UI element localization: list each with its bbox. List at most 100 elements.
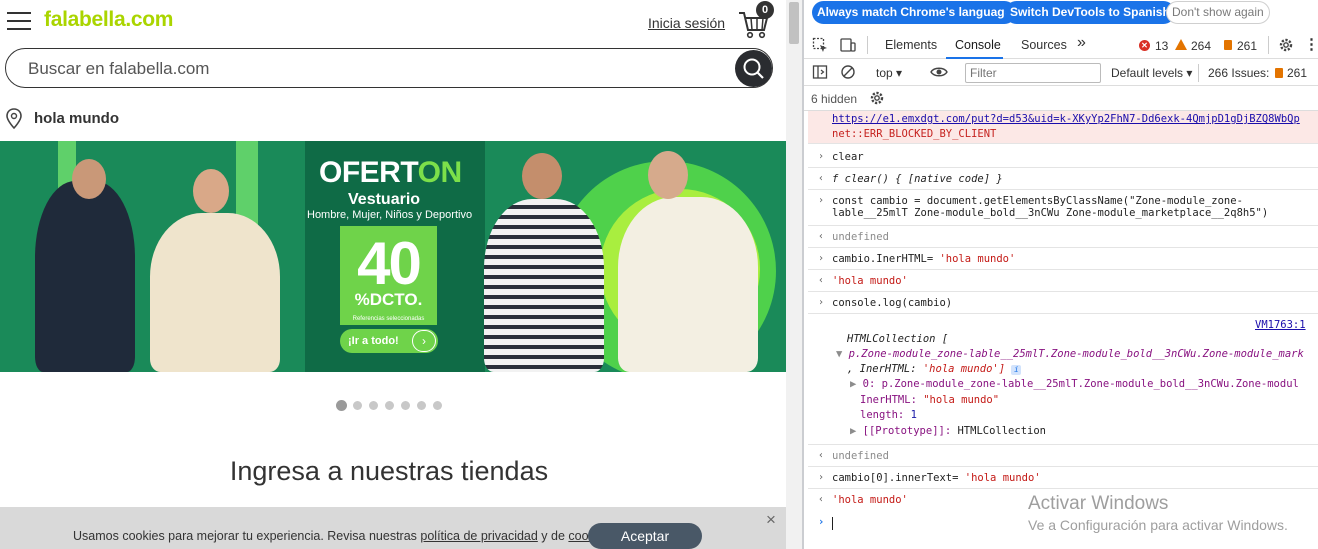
text-cursor [832,517,833,530]
search-input[interactable] [28,58,708,80]
divider [1268,36,1269,54]
input-chevron-icon: › [818,472,825,483]
result-arrow-icon: ‹ [818,231,825,242]
logo-name: falabella [44,8,126,31]
info-icon[interactable]: i [1011,365,1022,375]
console-result-text: undefined [832,231,889,243]
location-pin-icon [6,108,22,130]
input-chevron-icon: › [818,195,825,206]
console-input-row: › clear [808,146,1318,168]
more-options-icon[interactable]: ⋮ [1304,35,1318,53]
menu-icon[interactable] [7,12,31,32]
input-chevron-icon: › [818,253,825,264]
carousel-dot[interactable] [433,401,442,410]
accept-cookies-button[interactable]: Aceptar [588,523,702,549]
console-toolbar: top ▾ Default levels ▾ 266 Issues: 261 [804,60,1318,86]
promo-banner[interactable]: OFERTON Vestuario Hombre, Mujer, Niños y… [0,141,786,372]
context-selector[interactable]: top ▾ [876,66,902,80]
language-infobar: Always match Chrome's language Switch De… [804,0,1318,27]
console-result-text: 'hola mundo' [832,275,908,287]
discount-badge: 40 %DCTO. [340,226,437,325]
model-figure [484,199,604,372]
eye-icon[interactable] [930,64,948,80]
error-count-icon: ✕ [1139,40,1150,51]
console-input-text[interactable]: cambio[0].innerText= 'hola mundo' [832,472,1041,484]
tab-sources[interactable]: Sources [1021,38,1067,52]
log-property-row: InerHTML: "hola mundo" [860,394,1000,406]
chevron-right-icon[interactable]: › [412,330,436,352]
console-result-row: ‹ undefined [808,445,1318,467]
log-property-row: , InerHTML: 'hola mundo'] i [847,363,1022,375]
carousel-dot[interactable] [369,401,378,410]
device-toolbar-icon[interactable] [840,37,856,53]
carousel-dot[interactable] [401,401,410,410]
close-icon[interactable]: × [766,510,776,530]
more-tabs-icon[interactable]: » [1077,34,1086,52]
tab-elements[interactable]: Elements [885,38,937,52]
carousel-dot[interactable] [385,401,394,410]
model-figure [150,213,280,372]
privacy-policy-link[interactable]: política de privacidad [420,529,537,543]
console-filter-input[interactable] [965,63,1101,83]
log-prototype-row[interactable]: ▶ [[Prototype]]: HTMLCollection [850,425,1046,437]
log-expanded-row[interactable]: ▼ p.Zone-module_zone-lable__25mlT.Zone-m… [836,348,1304,360]
console-settings-gear-icon[interactable] [869,90,885,106]
tab-console[interactable]: Console [955,38,1001,52]
console-input-row: › console.log(cambio) [808,292,1318,314]
carousel-indicators [336,397,449,411]
prompt-chevron-icon: › [818,516,825,528]
log-item-row[interactable]: ▶ 0: p.Zone-module_zone-lable__25mlT.Zon… [850,378,1299,390]
sidebar-toggle-icon[interactable] [812,64,828,80]
console-input-text[interactable]: cambio.InerHTML= 'hola mundo' [832,253,1015,265]
console-input-text[interactable]: clear [832,151,864,163]
discount-note: Referencias seleccionadas [352,316,425,322]
watermark-title: Activar Windows [1028,493,1169,514]
issues-count[interactable]: 261 [1287,66,1307,80]
delivery-location[interactable]: hola mundo [0,101,786,135]
carousel-dot[interactable] [353,401,362,410]
match-language-button[interactable]: Always match Chrome's language [812,1,1017,24]
error-url-link[interactable]: https://e1.emxdgt.com/put?d=d53&uid=k-XK… [832,113,1300,125]
cart-count-badge: 0 [756,1,774,19]
devtools-tab-bar: Elements Console Sources » ✕ 13 264 261 … [804,31,1318,59]
login-link[interactable]: Inicia sesión [648,15,725,31]
console-result-row: ‹ 'hola mundo' [808,270,1318,292]
log-levels-dropdown[interactable]: Default levels ▾ [1111,66,1192,80]
console-input-text[interactable]: const cambio = document.getElementsByCla… [832,195,1268,219]
inspect-element-icon[interactable] [812,37,828,53]
gear-icon[interactable] [1278,37,1294,53]
input-chevron-icon: › [818,297,825,308]
page-scrollbar[interactable] [786,0,802,549]
input-chevron-icon: › [818,151,825,162]
issue-count[interactable]: 261 [1237,39,1257,53]
dont-show-again-button[interactable]: Don't show again [1166,1,1270,24]
carousel-dot[interactable] [336,400,347,411]
cookie-banner: Usamos cookies para mejorar tu experienc… [0,507,786,549]
console-result-row: ‹ f clear() { [native code] } [808,168,1318,190]
banner-title: OFERTON [319,156,462,189]
model-figure [72,159,106,199]
search-icon [743,58,764,79]
issues-label[interactable]: 266 Issues: [1208,66,1269,80]
error-count[interactable]: 13 [1155,39,1168,53]
warning-count[interactable]: 264 [1191,39,1211,53]
console-result-text: undefined [832,450,889,462]
scrollbar-thumb[interactable] [789,2,799,44]
error-message: net::ERR_BLOCKED_BY_CLIENT [832,128,997,140]
log-collection-header[interactable]: HTMLCollection [ [847,333,948,345]
search-button[interactable] [735,50,772,87]
switch-language-button[interactable]: Switch DevTools to Spanish [1005,1,1175,24]
site-logo[interactable]: falabella.com [44,8,173,32]
carousel-dot[interactable] [417,401,426,410]
console-result-text[interactable]: f clear() { [native code] } [832,173,1003,185]
clear-console-icon[interactable] [840,64,856,80]
logo-suffix: .com [125,8,174,31]
divider [1198,64,1199,82]
source-location-link[interactable]: VM1763:1 [1255,319,1306,331]
active-tab-indicator [946,57,1003,59]
console-input-text[interactable]: console.log(cambio) [832,297,952,309]
console-result-row: ‹ undefined [808,226,1318,248]
banner-subtitle: Vestuario [348,191,421,208]
console-log-entry: VM1763:1 HTMLCollection [ ▼ p.Zone-modul… [808,314,1318,445]
hidden-messages-bar: 6 hidden [804,87,1318,111]
